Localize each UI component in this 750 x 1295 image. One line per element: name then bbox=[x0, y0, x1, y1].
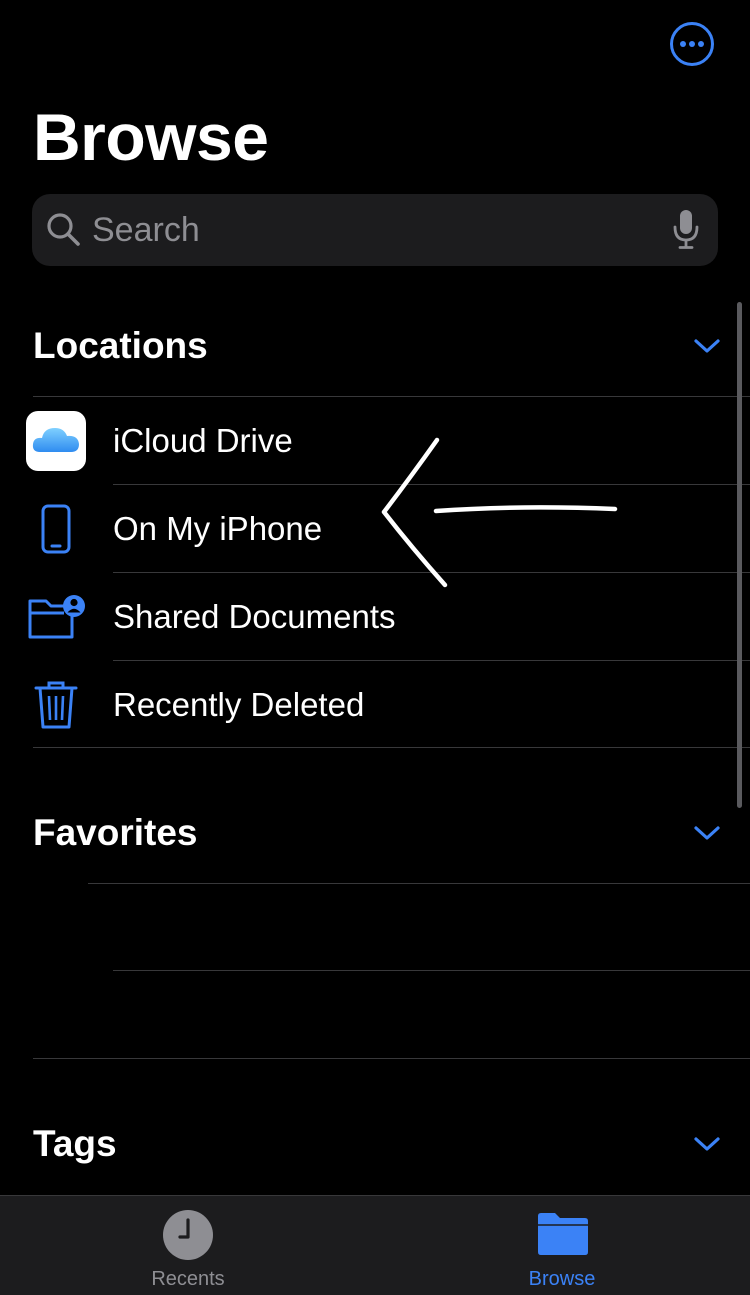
tab-bar: Recents Browse bbox=[0, 1195, 750, 1295]
hand-drawn-arrow-annotation bbox=[381, 437, 618, 588]
tab-label: Browse bbox=[528, 1268, 596, 1290]
tab-recents[interactable]: Recents bbox=[88, 1196, 288, 1295]
tab-label: Recents bbox=[151, 1268, 225, 1290]
folder-icon bbox=[538, 1213, 588, 1255]
clock-icon bbox=[163, 1210, 213, 1260]
tab-browse[interactable]: Browse bbox=[462, 1196, 662, 1295]
